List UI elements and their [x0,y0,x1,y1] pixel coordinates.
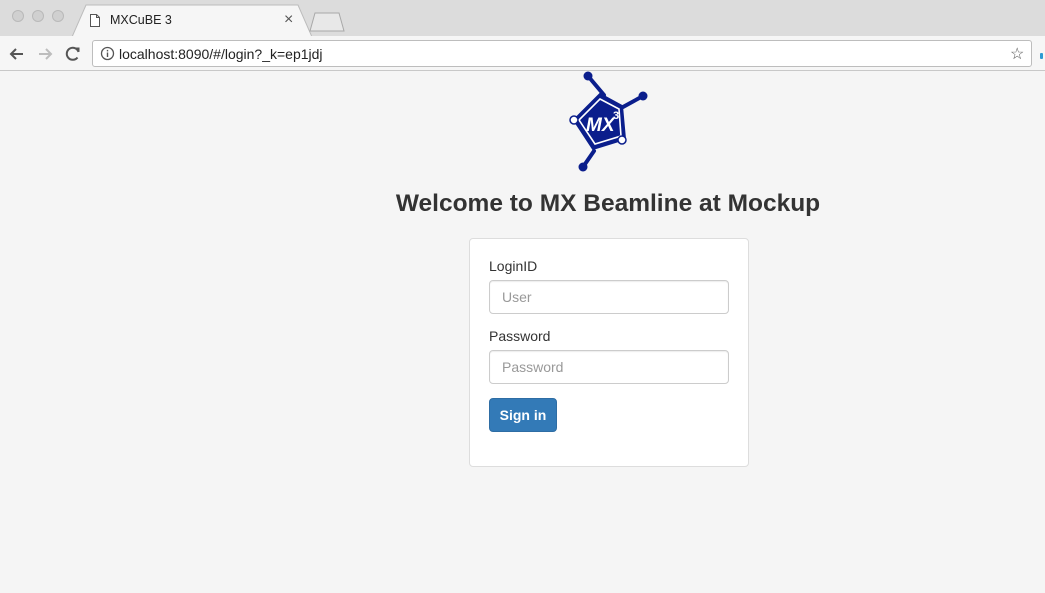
tab-title: MXCuBE 3 [110,13,172,27]
login-id-label: LoginID [489,258,538,274]
password-input[interactable] [489,350,729,384]
sign-in-button[interactable]: Sign in [489,398,557,432]
window-minimize-dot[interactable] [32,10,44,22]
tab-close-icon[interactable]: × [284,10,293,30]
login-panel: LoginID Password Sign in [469,238,749,467]
browser-tab-active[interactable]: MXCuBE 3 × [72,4,312,37]
new-tab-button[interactable] [309,12,345,32]
url-text: localhost:8090/#/login?_k=ep1jdj [119,46,323,62]
tab-shape [72,4,312,37]
browser-toolbar: localhost:8090/#/login?_k=ep1jdj ☆ [0,36,1045,71]
address-bar[interactable]: localhost:8090/#/login?_k=ep1jdj ☆ [92,40,1032,67]
bookmark-star-icon[interactable]: ☆ [1010,44,1024,64]
back-arrow-icon[interactable] [7,44,27,64]
reload-icon[interactable] [63,44,83,64]
browser-tab-strip: MXCuBE 3 × [0,0,1045,37]
document-icon [90,14,100,27]
window-close-dot[interactable] [12,10,24,22]
logo-superscript: 3 [613,110,619,122]
password-label: Password [489,328,551,344]
login-id-input[interactable] [489,280,729,314]
window-zoom-dot[interactable] [52,10,64,22]
extension-icon[interactable] [1040,53,1043,59]
forward-arrow-icon[interactable] [35,44,55,64]
mxcube-logo: MX 3 [569,71,648,172]
logo-text: MX [586,115,616,136]
page-heading: Welcome to MX Beamline at Mockup [395,190,821,217]
info-icon[interactable] [100,46,115,61]
